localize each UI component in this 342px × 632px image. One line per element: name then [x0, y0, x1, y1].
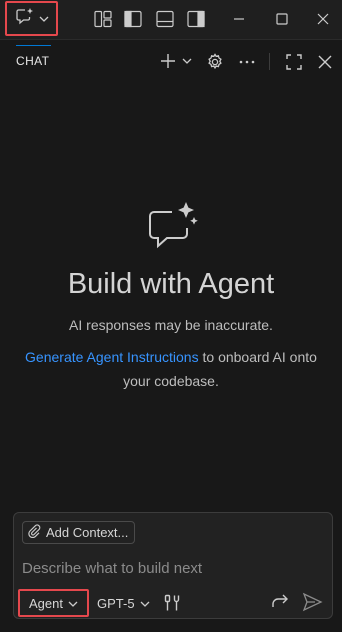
chevron-down-icon	[39, 10, 49, 28]
toggle-primary-sidebar-icon[interactable]	[123, 9, 143, 29]
mode-picker-button[interactable]: Agent	[18, 589, 89, 617]
new-chat-options-chevron-icon[interactable]	[181, 53, 193, 73]
tab-chat[interactable]: CHAT	[16, 54, 49, 68]
chat-prompt-input[interactable]	[22, 557, 322, 579]
maximize-panel-icon[interactable]	[284, 52, 304, 72]
chat-sparkle-icon	[15, 7, 35, 30]
send-icon[interactable]	[301, 591, 323, 613]
toggle-secondary-sidebar-icon[interactable]	[186, 9, 206, 29]
add-context-button[interactable]: Add Context...	[22, 521, 136, 544]
close-icon[interactable]	[313, 9, 333, 29]
paperclip-icon	[27, 524, 41, 541]
title-bar	[0, 0, 342, 40]
chat-menu-button[interactable]	[5, 1, 58, 36]
close-panel-icon[interactable]	[315, 52, 335, 72]
customize-layout-icon[interactable]	[93, 9, 113, 29]
disclaimer-text: AI responses may be inaccurate.	[69, 317, 273, 333]
chevron-down-icon	[140, 596, 150, 611]
chat-sparkle-icon	[144, 200, 200, 252]
configure-tools-icon[interactable]	[162, 593, 182, 613]
maximize-icon[interactable]	[272, 9, 292, 29]
toggle-panel-icon[interactable]	[155, 9, 175, 29]
generate-instructions-link[interactable]: Generate Agent Instructions	[25, 349, 199, 365]
add-context-label: Add Context...	[46, 525, 129, 540]
welcome-title: Build with Agent	[67, 268, 275, 300]
more-actions-icon[interactable]	[237, 52, 257, 72]
model-picker-button[interactable]: GPT-5	[97, 593, 150, 613]
mode-label: Agent	[29, 595, 63, 611]
settings-gear-icon[interactable]	[205, 52, 225, 72]
continue-arrow-icon[interactable]	[270, 592, 290, 612]
onboarding-text: Generate Agent Instructions to onboard A…	[20, 345, 322, 393]
minimize-icon[interactable]	[229, 9, 249, 29]
chat-input-box: Add Context... Agent GPT-5	[13, 512, 333, 619]
header-divider	[269, 53, 270, 70]
model-label: GPT-5	[97, 595, 135, 611]
tab-active-indicator	[16, 45, 51, 46]
new-chat-icon[interactable]	[159, 52, 177, 72]
chevron-down-icon	[68, 596, 78, 611]
